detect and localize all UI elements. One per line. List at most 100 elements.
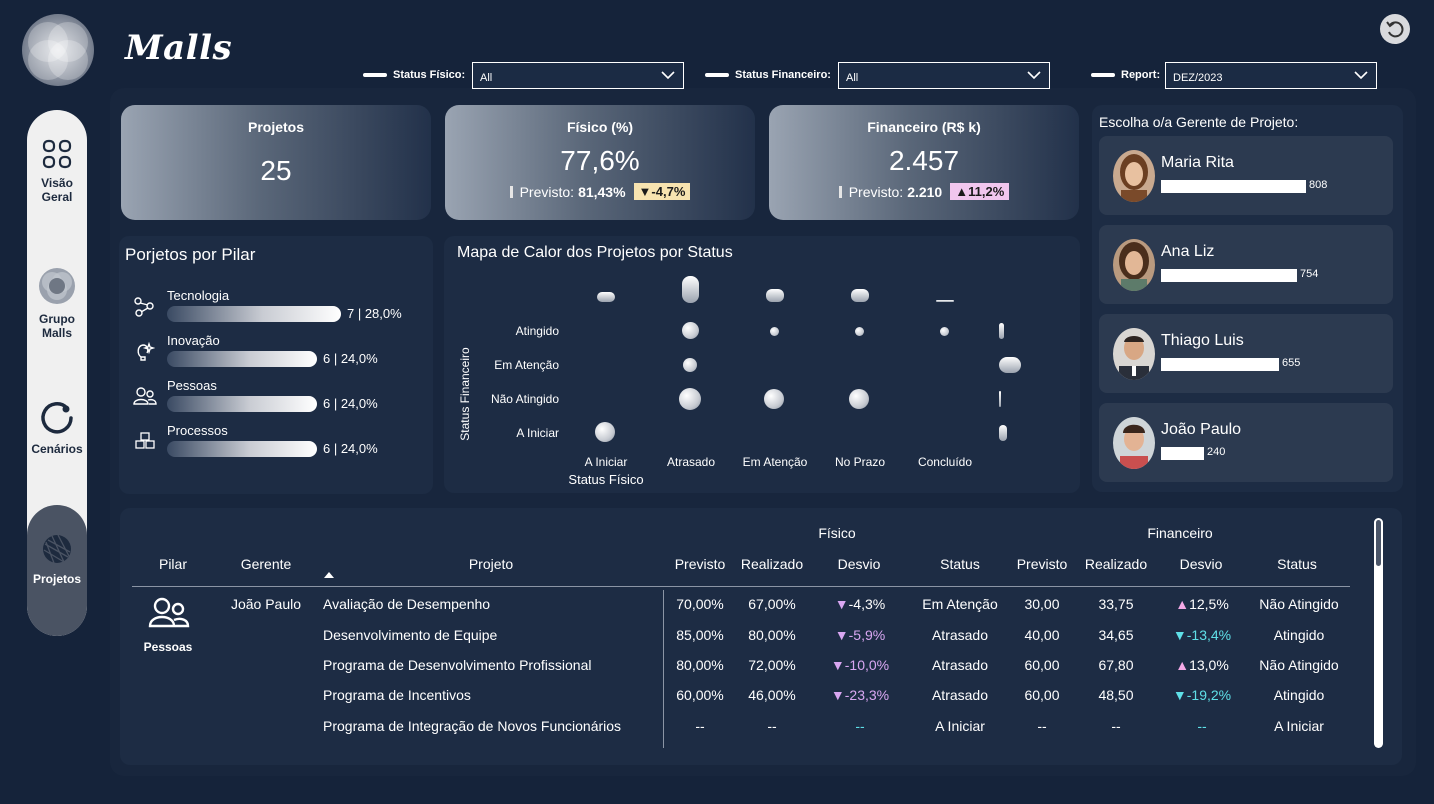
heatmap-total-a-iniciar[interactable] — [597, 292, 615, 302]
pilar-bar — [167, 351, 317, 367]
dash-icon — [705, 73, 729, 77]
lightbulb-icon — [137, 341, 155, 361]
cell: A Iniciar — [935, 718, 985, 734]
kpi-projetos-card: Projetos 25 — [121, 105, 431, 220]
cell: ▲12,5% — [1164, 596, 1240, 612]
heatmap-cell[interactable] — [595, 422, 615, 442]
dash-icon — [363, 73, 387, 77]
sidebar-label: Visão — [41, 176, 73, 190]
heatmap-cell[interactable] — [849, 389, 869, 409]
desvio-value: -13,4% — [1186, 627, 1232, 643]
heatmap-total-nao-atingido[interactable] — [999, 391, 1001, 407]
cell: Atingido — [1273, 687, 1325, 703]
scrollbar[interactable] — [1374, 518, 1383, 748]
cell: 60,00% — [676, 687, 724, 703]
sidebar-item-grupo-malls[interactable]: Grupo Malls — [27, 266, 87, 340]
column-header-fin-status[interactable]: Status — [1256, 556, 1338, 572]
report-select[interactable]: DEZ/2023 — [1165, 62, 1377, 89]
reset-icon — [1386, 21, 1404, 38]
report-label: Report: — [1091, 69, 1160, 81]
pilar-row-pessoas[interactable]: Pessoas 6 | 24,0% — [133, 378, 433, 418]
column-header-fin-realizado[interactable]: Realizado — [1080, 556, 1152, 572]
arrow-up-icon: ▲ — [1175, 596, 1190, 612]
manager-card-thiago-luis[interactable]: Thiago Luis 655 — [1099, 314, 1393, 393]
orb-icon — [39, 268, 75, 304]
sidebar: Visão Geral Grupo Malls Cenários Projeto… — [27, 110, 87, 636]
status-financeiro-label: Status Financeiro: — [705, 69, 831, 81]
y-label: A Iniciar — [516, 426, 559, 440]
column-header-fisico-previsto[interactable]: Previsto — [670, 556, 730, 572]
manager-card-joao-paulo[interactable]: João Paulo 240 — [1099, 403, 1393, 482]
sidebar-label: Malls — [41, 326, 72, 340]
manager-name: Maria Rita — [1161, 154, 1234, 171]
dash-icon — [1091, 73, 1115, 77]
x-label: A Iniciar — [584, 455, 628, 469]
heatmap-cell[interactable] — [764, 389, 784, 409]
heatmap-total-a-iniciar-row[interactable] — [999, 425, 1007, 441]
manager-card-ana-liz[interactable]: Ana Liz 754 — [1099, 225, 1393, 304]
arrow-down-icon: ▼ — [830, 657, 845, 673]
column-header-fin-desvio[interactable]: Desvio — [1168, 556, 1234, 572]
heatmap-total-em-atencao[interactable] — [766, 289, 784, 302]
cubes-icon — [135, 432, 155, 449]
sidebar-item-cenarios[interactable]: Cenários — [27, 400, 87, 456]
kpi-title: Projetos — [247, 119, 304, 135]
sidebar-item-projetos[interactable]: Projetos — [27, 532, 87, 586]
heatmap-total-atingido[interactable] — [999, 323, 1004, 339]
delta-badge: ▼-4,7% — [633, 183, 691, 200]
pilar-cell: Pessoas — [143, 640, 193, 654]
column-header-fisico-desvio[interactable]: Desvio — [826, 556, 892, 572]
sort-ascending-icon[interactable] — [323, 571, 335, 579]
heatmap-cell[interactable] — [855, 327, 864, 336]
delta-value: 11,2% — [968, 184, 1005, 199]
delta-badge: ▲11,2% — [950, 183, 1010, 200]
cell: 72,00% — [748, 657, 796, 673]
logo-icon — [22, 14, 94, 86]
panel-title: Porjetos por Pilar — [125, 245, 256, 264]
heatmap-cell[interactable] — [682, 322, 699, 339]
sidebar-item-visao-geral[interactable]: Visão Geral — [27, 138, 87, 204]
heatmap-total-no-prazo[interactable] — [851, 289, 869, 302]
manager-name: Thiago Luis — [1161, 332, 1244, 349]
column-header-fisico-status[interactable]: Status — [920, 556, 1000, 572]
manager-name: João Paulo — [1161, 421, 1242, 438]
desvio-value: -4,3% — [848, 596, 886, 612]
projeto-cell: Programa de Desenvolvimento Profissional — [323, 657, 592, 673]
pilar-row-tecnologia[interactable]: Tecnologia 7 | 28,0% — [133, 288, 433, 328]
arrow-up-icon: ▲ — [955, 184, 969, 199]
cell: Atrasado — [931, 657, 989, 673]
pilar-row-processos[interactable]: Processos 6 | 24,0% — [133, 423, 433, 463]
status-financeiro-select[interactable]: All — [838, 62, 1050, 89]
heatmap-total-em-atencao-row[interactable] — [999, 357, 1021, 373]
kpi-value: 2.457 — [888, 145, 960, 176]
pilar-row-inovacao[interactable]: Inovação 6 | 24,0% — [133, 333, 433, 373]
chevron-down-icon — [1027, 71, 1041, 80]
desvio-value: -23,3% — [844, 687, 890, 703]
column-header-projeto[interactable]: Projeto — [420, 556, 562, 572]
cell: 67,00% — [748, 596, 796, 612]
projeto-cell: Desenvolvimento de Equipe — [323, 627, 498, 643]
kpi-title: Financeiro (R$ k) — [867, 119, 981, 135]
heatmap-cell[interactable] — [679, 388, 701, 410]
heatmap-cell[interactable] — [940, 327, 949, 336]
column-header-gerente[interactable]: Gerente — [220, 556, 312, 572]
scrollbar-thumb[interactable] — [1376, 520, 1381, 566]
cell: ▼-23,3% — [822, 687, 898, 703]
cell: -- — [855, 718, 865, 734]
heatmap-total-concluido[interactable] — [936, 300, 954, 302]
column-header-pilar[interactable]: Pilar — [140, 556, 206, 572]
column-header-fin-previsto[interactable]: Previsto — [1012, 556, 1072, 572]
manager-value: 808 — [1309, 179, 1328, 191]
heatmap-cell[interactable] — [770, 327, 779, 336]
status-fisico-select[interactable]: All — [472, 62, 684, 89]
manager-card-maria-rita[interactable]: Maria Rita 808 — [1099, 136, 1393, 215]
pilar-value: 6 | 24,0% — [323, 351, 378, 366]
pilar-value: 7 | 28,0% — [347, 306, 402, 321]
sidebar-label: Cenários — [31, 442, 83, 456]
heatmap-panel: Mapa de Calor dos Projetos por Status St… — [444, 236, 1080, 493]
heatmap-total-atrasado[interactable] — [682, 276, 699, 303]
heatmap-cell[interactable] — [683, 358, 697, 372]
reset-button[interactable] — [1380, 14, 1410, 44]
column-header-fisico-realizado[interactable]: Realizado — [736, 556, 808, 572]
arrow-down-icon: ▼ — [834, 596, 849, 612]
